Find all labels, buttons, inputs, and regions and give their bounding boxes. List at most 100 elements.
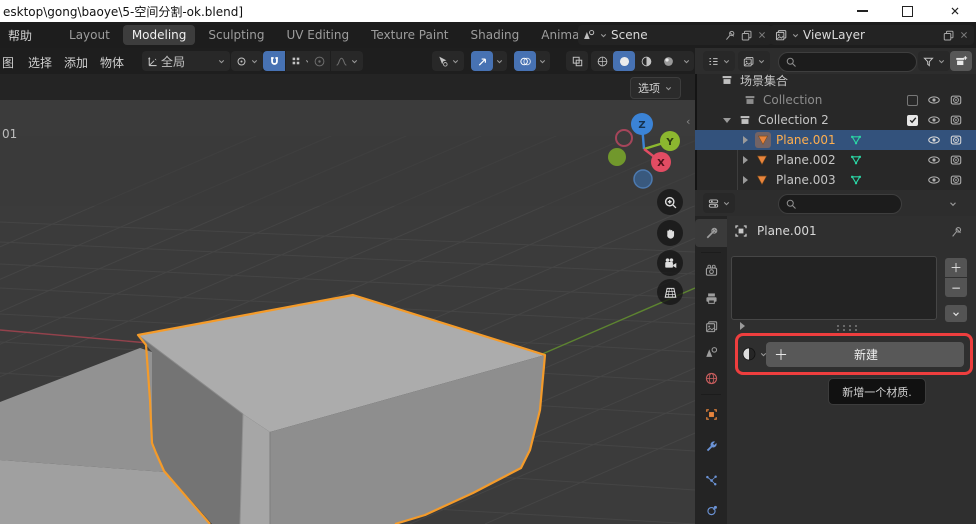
chevron-down-icon bbox=[495, 57, 504, 66]
tab-physics[interactable] bbox=[695, 496, 727, 524]
check-icon bbox=[908, 115, 918, 125]
tab-world[interactable] bbox=[695, 364, 727, 392]
add-menu[interactable]: 添加 bbox=[64, 54, 88, 71]
select-menu[interactable]: 选择 bbox=[28, 54, 52, 71]
camera-visibility-icon[interactable] bbox=[949, 133, 963, 147]
new-view-layer-icon[interactable] bbox=[942, 29, 955, 42]
view-layer-name[interactable]: ViewLayer bbox=[803, 28, 939, 42]
workspace-tab-shading[interactable]: Shading bbox=[462, 25, 529, 45]
outliner-row-scene-collection[interactable]: 场景集合 bbox=[695, 70, 976, 90]
options-button[interactable]: 选项 bbox=[630, 77, 681, 99]
shading-mode-group bbox=[591, 51, 694, 71]
workspace-tab-layout[interactable]: Layout bbox=[60, 25, 119, 45]
perspective-toggle-button[interactable] bbox=[657, 279, 683, 305]
pan-button[interactable] bbox=[657, 220, 683, 246]
magnet-icon bbox=[268, 55, 281, 68]
outliner-row-plane002[interactable]: Plane.002 bbox=[695, 150, 976, 170]
camera-visibility-icon[interactable] bbox=[949, 93, 963, 107]
camera-visibility-icon[interactable] bbox=[949, 173, 963, 187]
tab-render[interactable] bbox=[695, 256, 727, 284]
view-menu[interactable]: 图 bbox=[2, 54, 14, 71]
breadcrumb-object-name[interactable]: Plane.001 bbox=[757, 224, 817, 238]
minimize-button[interactable] bbox=[845, 0, 879, 22]
panel-expand-triangle[interactable] bbox=[740, 322, 745, 330]
view-layer-selector[interactable]: ViewLayer bbox=[770, 25, 974, 45]
maximize-button[interactable] bbox=[890, 0, 924, 22]
workspace-tab-sculpting[interactable]: Sculpting bbox=[199, 25, 273, 45]
workspace-tab-texture-paint[interactable]: Texture Paint bbox=[362, 25, 457, 45]
shading-wireframe-button[interactable] bbox=[591, 51, 613, 71]
workspace-tab-uv-editing[interactable]: UV Editing bbox=[277, 25, 358, 45]
expand-triangle-icon[interactable] bbox=[743, 136, 748, 144]
xray-toggle[interactable] bbox=[566, 51, 588, 71]
overlays-dropdown[interactable] bbox=[514, 51, 550, 71]
tool-icon bbox=[704, 226, 719, 241]
scene-selector[interactable]: Scene bbox=[578, 25, 772, 45]
outliner-row-plane003[interactable]: Plane.003 bbox=[695, 170, 976, 190]
tab-output[interactable] bbox=[695, 284, 727, 312]
zoom-button[interactable] bbox=[657, 189, 683, 215]
shading-rendered-button[interactable] bbox=[657, 51, 679, 71]
eye-icon[interactable] bbox=[927, 153, 941, 167]
expand-triangle-icon[interactable] bbox=[743, 156, 748, 164]
expand-triangle-icon[interactable] bbox=[743, 176, 748, 184]
pin-icon[interactable] bbox=[724, 29, 737, 42]
proportional-editing-toggle[interactable] bbox=[308, 51, 330, 71]
new-scene-icon[interactable] bbox=[740, 29, 753, 42]
shading-material-button[interactable] bbox=[635, 51, 657, 71]
orientation-label: 全局 bbox=[161, 53, 215, 70]
eye-icon[interactable] bbox=[927, 173, 941, 187]
outliner-row-collection[interactable]: Collection bbox=[695, 90, 976, 110]
chevron-down-icon[interactable] bbox=[948, 199, 958, 209]
tab-modifiers[interactable] bbox=[695, 432, 727, 460]
editor-type-dropdown[interactable] bbox=[703, 193, 735, 213]
object-icon bbox=[704, 407, 719, 422]
tab-scene[interactable] bbox=[695, 338, 727, 366]
navigation-gizmo[interactable]: Z Y X bbox=[598, 103, 690, 195]
workspace-tab-modeling[interactable]: Modeling bbox=[123, 25, 196, 45]
tab-particles[interactable] bbox=[695, 466, 727, 494]
collapse-triangle-icon[interactable] bbox=[723, 118, 731, 123]
eye-icon[interactable] bbox=[927, 113, 941, 127]
camera-view-button[interactable] bbox=[657, 250, 683, 276]
unlink-scene-icon[interactable] bbox=[756, 29, 768, 41]
outliner-search-input[interactable] bbox=[778, 52, 917, 72]
chevron-down-icon[interactable] bbox=[682, 57, 691, 66]
outliner-row-collection2[interactable]: Collection 2 bbox=[695, 110, 976, 130]
snap-toggle[interactable] bbox=[263, 51, 285, 71]
show-gizmo-dropdown[interactable] bbox=[432, 51, 464, 71]
collection2-checkbox[interactable] bbox=[907, 115, 918, 126]
remove-view-layer-icon[interactable] bbox=[958, 29, 970, 41]
tab-view-layer[interactable] bbox=[695, 312, 727, 340]
eye-icon[interactable] bbox=[927, 133, 941, 147]
editor-type-dropdown[interactable] bbox=[703, 51, 735, 71]
eye-icon[interactable] bbox=[927, 93, 941, 107]
pivot-point-dropdown[interactable] bbox=[231, 51, 263, 71]
filter-dropdown[interactable] bbox=[918, 51, 950, 71]
scene-name[interactable]: Scene bbox=[611, 28, 721, 42]
tab-tool[interactable] bbox=[695, 219, 727, 247]
display-mode-dropdown[interactable] bbox=[738, 51, 770, 71]
new-collection-button[interactable] bbox=[950, 51, 972, 71]
viewport-3d[interactable]: 01 ‹ Z Y X bbox=[0, 100, 695, 524]
close-button[interactable] bbox=[938, 0, 972, 22]
outliner-row-plane001[interactable]: Plane.001 bbox=[695, 130, 976, 150]
proportional-falloff-dropdown[interactable] bbox=[331, 51, 363, 71]
gizmos-dropdown[interactable] bbox=[471, 51, 507, 71]
camera-visibility-icon[interactable] bbox=[949, 113, 963, 127]
material-slots-list[interactable] bbox=[731, 256, 937, 320]
add-slot-button[interactable]: ＋ bbox=[945, 258, 967, 277]
collection-checkbox[interactable] bbox=[907, 95, 918, 106]
object-menu[interactable]: 物体 bbox=[100, 54, 124, 71]
tab-object[interactable] bbox=[695, 400, 727, 428]
slot-specials-dropdown[interactable] bbox=[945, 305, 967, 322]
remove-slot-button[interactable]: − bbox=[945, 278, 967, 297]
camera-visibility-icon[interactable] bbox=[949, 153, 963, 167]
menu-help[interactable]: 帮助 bbox=[0, 22, 40, 48]
filter-funnel-icon bbox=[922, 55, 935, 68]
properties-search-input[interactable] bbox=[778, 194, 902, 214]
shading-solid-button[interactable] bbox=[613, 51, 635, 71]
resize-grip[interactable] bbox=[836, 324, 858, 331]
transform-orientation-dropdown[interactable]: 全局 bbox=[142, 51, 230, 71]
pin-icon[interactable] bbox=[950, 225, 964, 239]
